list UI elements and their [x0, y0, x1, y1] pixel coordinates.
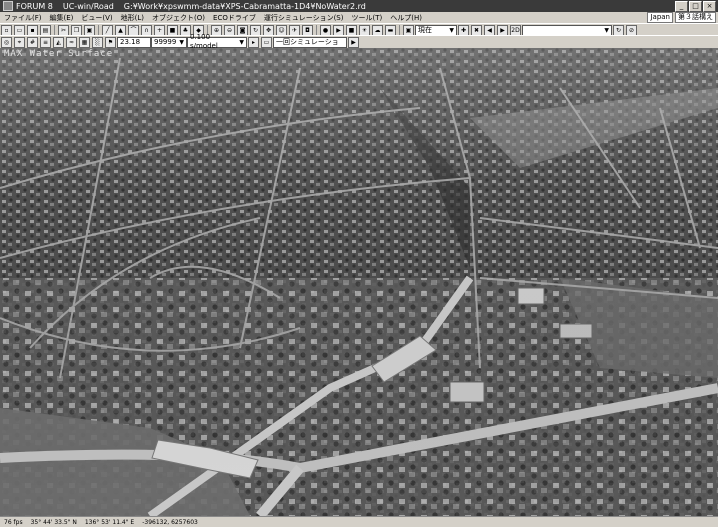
3d-viewport[interactable]: MAX Water Surface	[0, 48, 718, 516]
save-icon[interactable]: ▪	[27, 24, 38, 36]
fog-icon[interactable]: ░	[92, 36, 103, 48]
light-icon[interactable]: ☀	[359, 24, 370, 36]
road-icon[interactable]: ╱	[102, 24, 113, 36]
simulation-field[interactable]: 一回シミュレーション	[273, 36, 347, 55]
refresh-icon[interactable]: ↻	[613, 24, 624, 36]
sim-play-icon[interactable]: ▶	[348, 36, 359, 48]
layers-icon[interactable]: ≡	[40, 36, 51, 48]
chevron-down-icon: ▼	[449, 26, 454, 34]
stop-icon[interactable]: ■	[346, 24, 357, 36]
status-bar: 76 fps 35° 44' 33.5" N 136° 53' 11.4" E …	[0, 516, 718, 527]
model-icon[interactable]: ■	[167, 24, 178, 36]
overlay-label: MAX Water Surface	[4, 49, 114, 59]
menu-tools[interactable]: ツール(T)	[347, 13, 386, 23]
distance-select[interactable]: 99999 ▼	[151, 36, 187, 48]
weather-icon[interactable]: ☁	[372, 24, 383, 36]
copy-icon[interactable]: ❐	[71, 24, 82, 36]
terrain-icon[interactable]: ▲	[115, 24, 126, 36]
record-icon[interactable]: ●	[320, 24, 331, 36]
menu-help[interactable]: ヘルプ(H)	[386, 13, 426, 23]
coordinate-readout: -396132, 6257603	[142, 518, 198, 526]
view-icon[interactable]: ▣	[403, 24, 414, 36]
intersection-icon[interactable]: +	[154, 24, 165, 36]
menu-view[interactable]: ビュー(V)	[77, 13, 116, 23]
snap-icon[interactable]: ⌖	[14, 36, 25, 48]
speed-field[interactable]: 23.18	[117, 36, 151, 48]
menu-object[interactable]: オブジェクト(O)	[148, 13, 209, 23]
chevron-down-icon: ▼	[179, 38, 184, 46]
chevron-down-icon: ▼	[239, 38, 244, 46]
title-bar: FORUM 8 UC-win/Road G:¥Work¥xpswmm-data¥…	[0, 0, 718, 12]
app-icon	[3, 1, 13, 11]
toolbar-simulation: ◎ ⌖ # ≡ ◭ ≈ ▦ ░ ⚑ 23.18 99999 ▼ 0.100 s/m…	[0, 33, 718, 55]
view-prev-icon[interactable]: ◀	[484, 24, 495, 36]
language-indicator[interactable]: Japan	[647, 12, 673, 23]
menu-edit[interactable]: 編集(E)	[46, 13, 78, 23]
view-select-value: 現在	[418, 25, 432, 34]
mode-icon[interactable]: ◎	[1, 36, 12, 48]
file-path: G:¥Work¥xpswmm-data¥XPS-Cabramatta-1D4¥N…	[123, 1, 366, 11]
view-delete-icon[interactable]: ✖	[471, 24, 482, 36]
speed-icon[interactable]: ⚑	[105, 36, 116, 48]
rotate-icon[interactable]: ↻	[250, 24, 261, 36]
paste-icon[interactable]: ▣	[84, 24, 95, 36]
camera-icon[interactable]: ◙	[237, 24, 248, 36]
pan-icon[interactable]: ✥	[263, 24, 274, 36]
view-select[interactable]: 現在 ▼	[415, 24, 457, 36]
grid-icon[interactable]: #	[27, 36, 38, 48]
terrain-edit-icon[interactable]: ◭	[53, 36, 64, 48]
app-name: FORUM 8	[16, 1, 53, 11]
new-file-icon[interactable]: ▫	[1, 24, 12, 36]
distance-value: 99999	[154, 37, 177, 46]
toolbar-separator	[54, 25, 55, 35]
menu-simulation[interactable]: 運行シミュレーション(S)	[260, 13, 348, 23]
tunnel-icon[interactable]: ∩	[141, 24, 152, 36]
ime-indicator[interactable]: 第３話構え	[675, 12, 716, 23]
drive-icon[interactable]: ◘	[302, 24, 313, 36]
menu-eco-drive[interactable]: ECOドライブ	[209, 13, 260, 23]
frame-icon[interactable]: ▭	[261, 36, 272, 48]
walk-icon[interactable]: ☺	[276, 24, 287, 36]
scenario-select[interactable]: ▼	[522, 24, 612, 36]
latitude-readout: 35° 44' 33.5" N	[30, 518, 77, 526]
menu-terrain[interactable]: 地形(L)	[117, 13, 148, 23]
open-folder-icon[interactable]: ▭	[14, 24, 25, 36]
cut-icon[interactable]: ✂	[58, 24, 69, 36]
longitude-readout: 136° 53' 11.4" E	[84, 518, 135, 526]
car-icon[interactable]: ▬	[385, 24, 396, 36]
toolbar-separator	[98, 25, 99, 35]
view-2d-icon[interactable]: 2D	[510, 24, 521, 36]
menu-file[interactable]: ファイル(F)	[0, 13, 46, 23]
aerial-scene	[0, 48, 718, 516]
minimize-button[interactable]: _	[675, 0, 688, 12]
view-next-icon[interactable]: ▶	[497, 24, 508, 36]
rate-select[interactable]: 0.100 s/model ▼	[187, 33, 247, 50]
bridge-icon[interactable]: ⌒	[128, 24, 139, 36]
toolbar-separator	[399, 25, 400, 35]
play-icon[interactable]: ▶	[333, 24, 344, 36]
cancel-icon[interactable]: ⊘	[626, 24, 637, 36]
fly-icon[interactable]: ✈	[289, 24, 300, 36]
texture-icon[interactable]: ▦	[79, 36, 90, 48]
fps-readout: 76 fps	[4, 518, 23, 526]
view-add-icon[interactable]: ✚	[458, 24, 469, 36]
close-button[interactable]: ×	[703, 0, 716, 12]
app-mode: UC-win/Road	[62, 1, 114, 11]
toolbar-separator	[316, 25, 317, 35]
water-icon[interactable]: ≈	[66, 36, 77, 48]
print-icon[interactable]: ▤	[40, 24, 51, 36]
chevron-down-icon: ▼	[604, 26, 609, 34]
maximize-button[interactable]: □	[689, 0, 702, 12]
step-icon[interactable]: ▸	[248, 36, 259, 48]
menu-bar: ファイル(F) 編集(E) ビュー(V) 地形(L) オブジェクト(O) ECO…	[0, 12, 718, 23]
